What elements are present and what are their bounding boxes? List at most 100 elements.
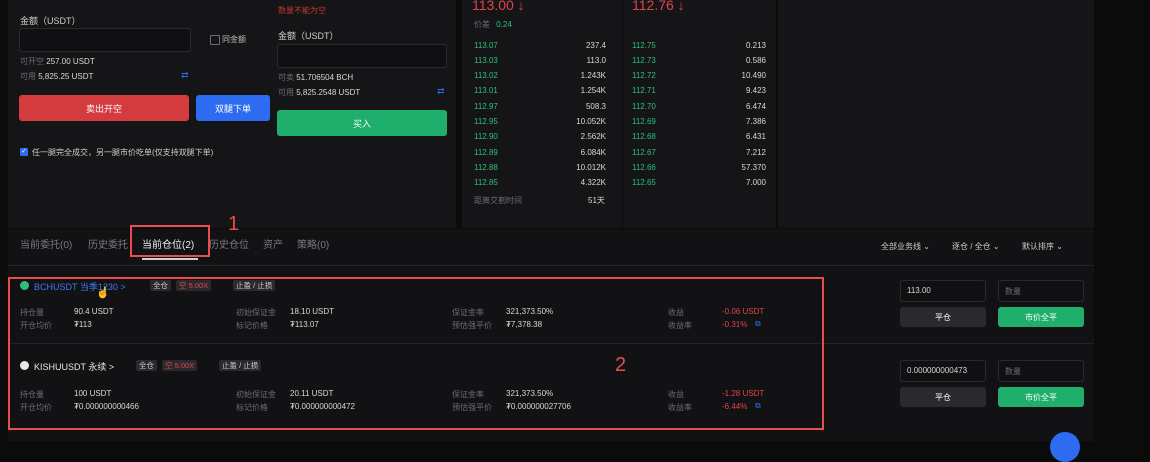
bid-qty: 10.012K [576,162,606,172]
close-price-value: 0.000000000473 [907,366,968,375]
close-qty-placeholder: 数量 [1005,287,1021,296]
market-close-all-button[interactable]: 市价全平 [998,387,1084,407]
close-button[interactable]: 平仓 [900,307,986,327]
close-qty-input[interactable]: 数量 [998,360,1084,382]
ask-qty: 0.213 [745,40,766,50]
ask-qty: 0.586 [745,55,766,65]
bid-price: 113.02 [474,71,498,81]
ask-price: 112.66 [632,162,656,172]
filter-margin-mode[interactable]: 逐仓 / 全仓 ⌄ [952,241,1000,252]
sell-open-short-button[interactable]: 卖出开空 [19,95,189,121]
annotation-box-2 [8,277,824,430]
orderbook-row[interactable]: 112.95 10.052K 112.69 7.386 [472,115,768,129]
orderbook-row[interactable]: 112.85 4.322K 112.65 7.000 [472,176,768,190]
bid-qty: 6.084K [580,147,606,157]
bid-qty: 508.3 [585,101,606,111]
ask-price: 112.68 [632,132,656,142]
open-short-available: 可开空 257.00 USDT [20,56,95,67]
delivery-value: 51天 [588,196,605,205]
mid-available-balance: 可用 5,825.2548 USDT [278,87,360,98]
tab-current-orders[interactable]: 当前委托(0) [20,236,72,251]
bid-qty: 1.254K [580,86,606,96]
ask-qty: 6.474 [745,101,766,111]
price-right: 112.76 ↓ [632,0,685,13]
close-price-input[interactable]: 113.00 [900,280,986,302]
help-chat-button[interactable] [1050,432,1080,462]
bid-price: 112.89 [474,147,498,157]
transfer-icon[interactable]: ⇄ [181,70,189,81]
orderbook-row[interactable]: 112.89 6.084K 112.67 7.212 [472,145,768,159]
spread-label: 价差 [474,20,490,29]
close-button[interactable]: 平仓 [900,387,986,407]
ask-price: 112.65 [632,178,656,188]
ask-qty: 10.490 [741,71,766,81]
orderbook-row[interactable]: 113.03 113.0 112.73 0.586 [472,53,768,67]
orderbook-row[interactable]: 113.07 237.4 112.75 0.213 [472,38,768,52]
bid-price: 112.85 [474,178,498,188]
both-legs-label: 任一腿完全成交，另一腿市价吃单(仅支持双腿下单) [32,148,214,157]
bid-price: 113.03 [474,55,498,65]
annotation-number-1: 1 [228,213,240,235]
bid-price: 113.01 [474,86,498,96]
mid-available-label: 可用 [278,88,294,97]
amount-label: 金额（USDT） [20,16,81,26]
amount-input[interactable] [19,28,191,52]
active-tab-underline [142,258,198,260]
bid-price: 112.90 [474,132,498,142]
spread-readout: 价差 0.24 [474,19,512,30]
same-amount-label: 同金额 [222,35,246,44]
right-panel [778,0,1094,228]
close-price-input[interactable]: 0.000000000473 [900,360,986,382]
market-close-all-button[interactable]: 市价全平 [998,307,1084,327]
orderbook-row[interactable]: 113.02 1.243K 112.72 10.490 [472,69,768,83]
close-qty-input[interactable]: 数量 [998,280,1084,302]
open-short-avail-value: 257.00 USDT [46,57,95,66]
ask-price: 112.73 [632,55,656,65]
available-balance: 可用 5,825.25 USDT [20,71,93,82]
bid-qty: 2.562K [580,132,606,142]
annotation-number-2: 2 [615,354,627,376]
bid-price: 112.95 [474,117,498,126]
tab-strategies[interactable]: 策略(0) [297,236,329,251]
ask-qty: 6.431 [745,132,766,142]
tab-position-history[interactable]: 历史仓位 [209,236,249,251]
bid-price: 113.07 [474,40,498,50]
bid-qty: 113.0 [586,55,606,65]
close-price-value: 113.00 [907,286,931,295]
ask-qty: 7.000 [745,178,766,188]
sellable-balance: 可卖 51.706504 BCH [278,72,353,83]
buy-button[interactable]: 买入 [277,110,447,136]
mid-amount-input[interactable] [277,44,447,68]
bid-price: 112.88 [474,162,498,172]
close-qty-placeholder: 数量 [1005,367,1021,376]
bid-qty: 4.322K [580,178,606,188]
bid-qty: 1.243K [580,71,606,81]
tab-order-history[interactable]: 历史委托 [88,236,128,251]
available-value: 5,825.25 USDT [38,72,94,81]
ask-qty: 57.370 [741,162,766,172]
orderbook-row[interactable]: 112.90 2.562K 112.68 6.431 [472,130,768,144]
price-left: 113.00 ↓ [472,0,525,13]
tab-assets[interactable]: 资产 [263,236,283,251]
delivery-label: 距离交割时间 [474,196,522,205]
filter-business-line[interactable]: 全部业务线 ⌄ [881,241,930,252]
bid-qty: 237.4 [585,40,606,50]
filter-sort[interactable]: 默认排序 ⌄ [1022,241,1063,252]
bid-price: 112.97 [474,101,498,111]
ask-qty: 7.212 [745,147,766,157]
orderbook-row[interactable]: 112.97 508.3 112.70 6.474 [472,99,768,113]
ask-price: 112.71 [632,86,656,96]
orderbook-row[interactable]: 112.88 10.012K 112.66 57.370 [472,160,768,174]
mid-transfer-icon[interactable]: ⇄ [437,86,445,97]
mid-amount-label: 金额（USDT） [278,31,339,41]
tabs-divider [8,265,1094,266]
orderbook-row[interactable]: 113.01 1.254K 112.71 9.423 [472,84,768,98]
ask-qty: 7.386 [745,117,766,126]
form-error-text: 数量不能为空 [278,6,326,15]
bid-qty: 10.052K [576,117,606,126]
both-legs-checkbox[interactable]: ✓ [20,148,28,156]
same-amount-checkbox[interactable] [210,35,220,45]
dual-leg-order-button[interactable]: 双腿下单 [196,95,270,121]
ask-price: 112.75 [632,40,656,50]
open-short-avail-label: 可开空 [20,57,44,66]
